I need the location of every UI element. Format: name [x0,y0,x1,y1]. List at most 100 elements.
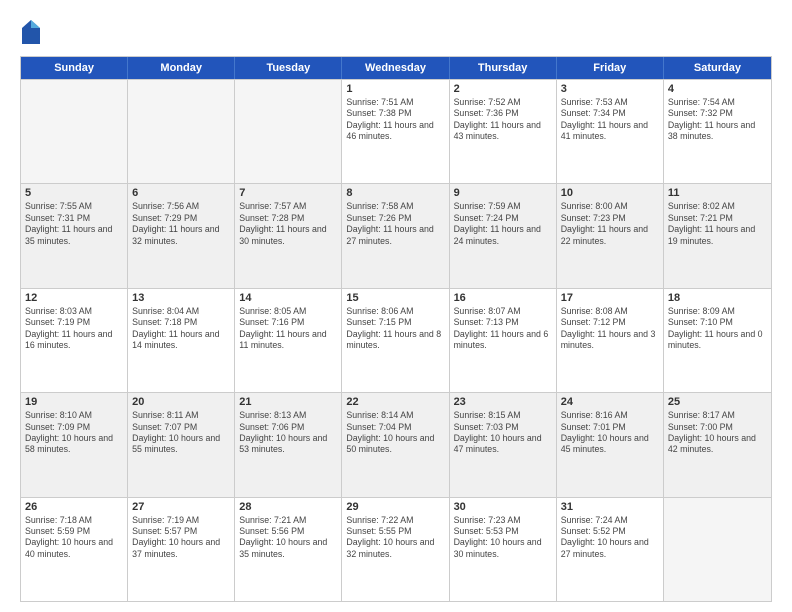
calendar-cell-15: 15Sunrise: 8:06 AM Sunset: 7:15 PM Dayli… [342,289,449,392]
calendar-header: SundayMondayTuesdayWednesdayThursdayFrid… [21,57,771,79]
day-of-week-tuesday: Tuesday [235,57,342,79]
day-number: 9 [454,187,552,199]
calendar-row-5: 26 Sunrise: 7:18 AM Sunset: 5:59 PM Dayli… [21,497,771,601]
day-number: 29 [346,501,444,513]
day-number: 20 [132,396,230,408]
logo-icon [20,18,42,46]
calendar-cell-3: 3Sunrise: 7:53 AM Sunset: 7:34 PM Daylig… [557,80,664,183]
calendar: SundayMondayTuesdayWednesdayThursdayFrid… [20,56,772,602]
calendar-cell-14: 14Sunrise: 8:05 AM Sunset: 7:16 PM Dayli… [235,289,342,392]
day-number: 7 [239,187,337,199]
day-number: 26 [25,501,123,513]
day-number: 11 [668,187,767,199]
calendar-cell-29: 29 Sunrise: 7:22 AM Sunset: 5:55 PM Dayli… [342,498,449,601]
calendar-cell-12: 12 Sunrise: 8:03 AM Sunset: 7:19 PM Dayli… [21,289,128,392]
calendar-row-2: 5Sunrise: 7:55 AM Sunset: 7:31 PM Daylig… [21,183,771,287]
day-info: Sunrise: 7:59 AM Sunset: 7:24 PM Dayligh… [454,201,552,247]
day-number: 19 [25,396,123,408]
day-info: Sunrise: 7:19 AM Sunset: 5:57 PM Dayligh… [132,515,230,561]
page: SundayMondayTuesdayWednesdayThursdayFrid… [0,0,792,612]
day-of-week-sunday: Sunday [21,57,128,79]
logo [20,18,46,46]
day-number: 28 [239,501,337,513]
day-number: 1 [346,83,444,95]
calendar-row-3: 12 Sunrise: 8:03 AM Sunset: 7:19 PM Dayli… [21,288,771,392]
day-info: Sunrise: 7:51 AM Sunset: 7:38 PM Dayligh… [346,97,444,143]
calendar-cell-30: 30 Sunrise: 7:23 AM Sunset: 5:53 PM Dayli… [450,498,557,601]
calendar-cell-10: 10 Sunrise: 8:00 AM Sunset: 7:23 PM Dayli… [557,184,664,287]
calendar-cell-26: 26 Sunrise: 7:18 AM Sunset: 5:59 PM Dayli… [21,498,128,601]
day-number: 17 [561,292,659,304]
day-info: Sunrise: 8:03 AM Sunset: 7:19 PM Dayligh… [25,306,123,352]
day-info: Sunrise: 8:08 AM Sunset: 7:12 PM Dayligh… [561,306,659,352]
day-info: Sunrise: 8:02 AM Sunset: 7:21 PM Dayligh… [668,201,767,247]
day-number: 16 [454,292,552,304]
day-number: 21 [239,396,337,408]
day-number: 10 [561,187,659,199]
calendar-cell-11: 11 Sunrise: 8:02 AM Sunset: 7:21 PM Dayli… [664,184,771,287]
day-number: 15 [346,292,444,304]
calendar-cell-empty [21,80,128,183]
day-number: 31 [561,501,659,513]
day-info: Sunrise: 7:58 AM Sunset: 7:26 PM Dayligh… [346,201,444,247]
day-info: Sunrise: 7:24 AM Sunset: 5:52 PM Dayligh… [561,515,659,561]
day-info: Sunrise: 7:55 AM Sunset: 7:31 PM Dayligh… [25,201,123,247]
calendar-cell-17: 17 Sunrise: 8:08 AM Sunset: 7:12 PM Dayli… [557,289,664,392]
day-info: Sunrise: 8:07 AM Sunset: 7:13 PM Dayligh… [454,306,552,352]
calendar-cell-25: 25 Sunrise: 8:17 AM Sunset: 7:00 PM Dayli… [664,393,771,496]
calendar-cell-24: 24Sunrise: 8:16 AM Sunset: 7:01 PM Dayli… [557,393,664,496]
calendar-cell-13: 13 Sunrise: 8:04 AM Sunset: 7:18 PM Dayli… [128,289,235,392]
day-info: Sunrise: 8:13 AM Sunset: 7:06 PM Dayligh… [239,410,337,456]
calendar-cell-empty [128,80,235,183]
calendar-cell-empty [664,498,771,601]
day-info: Sunrise: 7:52 AM Sunset: 7:36 PM Dayligh… [454,97,552,143]
day-info: Sunrise: 7:57 AM Sunset: 7:28 PM Dayligh… [239,201,337,247]
calendar-cell-6: 6 Sunrise: 7:56 AM Sunset: 7:29 PM Daylig… [128,184,235,287]
day-number: 6 [132,187,230,199]
day-number: 4 [668,83,767,95]
day-info: Sunrise: 8:10 AM Sunset: 7:09 PM Dayligh… [25,410,123,456]
day-info: Sunrise: 7:56 AM Sunset: 7:29 PM Dayligh… [132,201,230,247]
day-info: Sunrise: 8:15 AM Sunset: 7:03 PM Dayligh… [454,410,552,456]
calendar-row-4: 19 Sunrise: 8:10 AM Sunset: 7:09 PM Dayli… [21,392,771,496]
calendar-cell-8: 8Sunrise: 7:58 AM Sunset: 7:26 PM Daylig… [342,184,449,287]
day-info: Sunrise: 7:18 AM Sunset: 5:59 PM Dayligh… [25,515,123,561]
day-number: 2 [454,83,552,95]
day-info: Sunrise: 8:16 AM Sunset: 7:01 PM Dayligh… [561,410,659,456]
day-info: Sunrise: 8:14 AM Sunset: 7:04 PM Dayligh… [346,410,444,456]
calendar-cell-22: 22 Sunrise: 8:14 AM Sunset: 7:04 PM Dayli… [342,393,449,496]
day-of-week-friday: Friday [557,57,664,79]
day-info: Sunrise: 7:21 AM Sunset: 5:56 PM Dayligh… [239,515,337,561]
day-number: 18 [668,292,767,304]
calendar-cell-27: 27Sunrise: 7:19 AM Sunset: 5:57 PM Dayli… [128,498,235,601]
day-number: 30 [454,501,552,513]
calendar-cell-empty [235,80,342,183]
day-number: 12 [25,292,123,304]
calendar-cell-4: 4 Sunrise: 7:54 AM Sunset: 7:32 PM Daylig… [664,80,771,183]
day-info: Sunrise: 7:23 AM Sunset: 5:53 PM Dayligh… [454,515,552,561]
day-info: Sunrise: 8:17 AM Sunset: 7:00 PM Dayligh… [668,410,767,456]
day-number: 22 [346,396,444,408]
calendar-cell-28: 28 Sunrise: 7:21 AM Sunset: 5:56 PM Dayli… [235,498,342,601]
calendar-cell-21: 21 Sunrise: 8:13 AM Sunset: 7:06 PM Dayli… [235,393,342,496]
day-info: Sunrise: 8:04 AM Sunset: 7:18 PM Dayligh… [132,306,230,352]
calendar-cell-2: 2 Sunrise: 7:52 AM Sunset: 7:36 PM Daylig… [450,80,557,183]
day-info: Sunrise: 8:05 AM Sunset: 7:16 PM Dayligh… [239,306,337,352]
day-info: Sunrise: 8:11 AM Sunset: 7:07 PM Dayligh… [132,410,230,456]
day-number: 23 [454,396,552,408]
day-info: Sunrise: 7:53 AM Sunset: 7:34 PM Dayligh… [561,97,659,143]
calendar-cell-5: 5Sunrise: 7:55 AM Sunset: 7:31 PM Daylig… [21,184,128,287]
calendar-row-1: 1 Sunrise: 7:51 AM Sunset: 7:38 PM Daylig… [21,79,771,183]
calendar-cell-19: 19 Sunrise: 8:10 AM Sunset: 7:09 PM Dayli… [21,393,128,496]
day-info: Sunrise: 8:00 AM Sunset: 7:23 PM Dayligh… [561,201,659,247]
day-of-week-saturday: Saturday [664,57,771,79]
day-of-week-monday: Monday [128,57,235,79]
calendar-cell-20: 20 Sunrise: 8:11 AM Sunset: 7:07 PM Dayli… [128,393,235,496]
day-number: 25 [668,396,767,408]
calendar-body: 1 Sunrise: 7:51 AM Sunset: 7:38 PM Daylig… [21,79,771,601]
day-info: Sunrise: 7:22 AM Sunset: 5:55 PM Dayligh… [346,515,444,561]
calendar-cell-1: 1 Sunrise: 7:51 AM Sunset: 7:38 PM Daylig… [342,80,449,183]
day-number: 13 [132,292,230,304]
calendar-cell-7: 7 Sunrise: 7:57 AM Sunset: 7:28 PM Daylig… [235,184,342,287]
day-info: Sunrise: 7:54 AM Sunset: 7:32 PM Dayligh… [668,97,767,143]
